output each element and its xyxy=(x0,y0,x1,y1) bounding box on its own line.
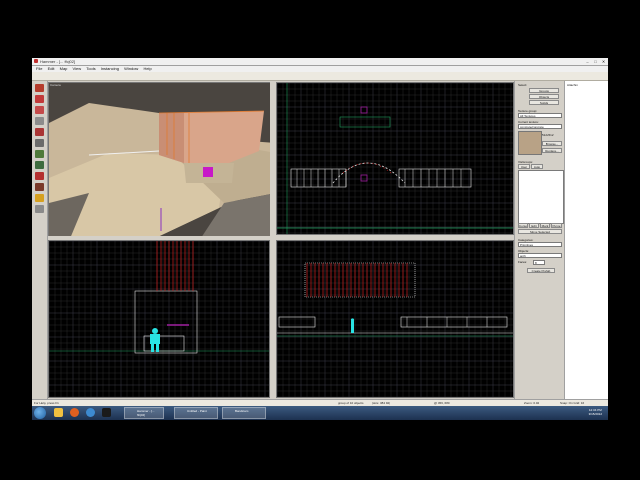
brush-outline xyxy=(134,290,198,354)
clock-date: 3/15/2012 xyxy=(588,412,602,416)
status-coords: @ 456, 680 xyxy=(434,401,450,405)
move-selected-button[interactable]: Move Selected xyxy=(518,229,562,234)
categories-select[interactable]: Primitives xyxy=(518,242,562,247)
path-icon[interactable] xyxy=(35,205,44,213)
select-groups-button[interactable]: Groups xyxy=(529,88,559,93)
brush-outline xyxy=(290,168,347,188)
explorer-icon[interactable] xyxy=(54,408,63,417)
brush-outline xyxy=(400,316,508,328)
front-viewport[interactable] xyxy=(48,240,270,398)
system-clock[interactable]: 12:34 PM 3/15/2012 xyxy=(589,408,602,416)
current-texture-select[interactable]: concrete/concrete xyxy=(518,124,562,129)
visgroup-mark-button[interactable]: Mark xyxy=(540,223,550,228)
tool-column xyxy=(32,81,48,406)
hammer-editor-window: Hammer - [... ffcj02] – □ ✕ File Edit Ma… xyxy=(32,58,608,420)
ie-icon[interactable] xyxy=(86,408,95,417)
status-size: (size: 384 92) xyxy=(372,401,391,405)
windows-taskbar: Hammer - [... ffcj02] Untitled - Paint B… xyxy=(32,406,608,420)
hammer-app-icon xyxy=(34,59,38,63)
block-icon[interactable] xyxy=(35,128,44,136)
entity-marker xyxy=(360,106,368,114)
texture-icon[interactable] xyxy=(35,139,44,147)
top-viewport[interactable] xyxy=(276,82,514,235)
player-model-leg xyxy=(151,344,154,352)
start-button[interactable] xyxy=(34,407,46,419)
task-hammer[interactable]: Hammer - [... ffcj02] xyxy=(124,407,164,419)
texture-preview xyxy=(518,131,542,155)
visgroup-tab-auto[interactable]: Auto xyxy=(531,164,543,169)
close-button[interactable]: ✕ xyxy=(600,59,607,64)
visgroup-edit-button[interactable]: Edit xyxy=(529,223,539,228)
player-model-body xyxy=(150,334,160,344)
status-zoom: Zoom: 0.02 xyxy=(524,401,540,405)
side-grid-scene xyxy=(277,241,513,397)
select-objects-button[interactable]: Objects xyxy=(529,94,559,99)
replace-button[interactable]: Replace... xyxy=(542,148,562,153)
magnify-icon[interactable] xyxy=(35,95,44,103)
side-panel-title: Attachm xyxy=(567,83,579,87)
title-bar[interactable]: Hammer - [... ffcj02] – □ ✕ xyxy=(32,58,608,66)
entity-marker[interactable] xyxy=(203,167,213,177)
player-model-leg xyxy=(156,344,159,352)
player-model-head xyxy=(152,328,158,334)
maximize-button[interactable]: □ xyxy=(592,59,599,64)
status-selection: group of 10 objects xyxy=(338,401,364,405)
minimize-button[interactable]: – xyxy=(584,59,591,64)
overlay-icon[interactable] xyxy=(35,172,44,180)
brush-outline xyxy=(398,168,472,188)
player-model-head xyxy=(350,318,355,322)
visgroup-list[interactable] xyxy=(518,170,564,224)
steam-icon[interactable] xyxy=(102,408,111,417)
camera-viewport[interactable]: Camera xyxy=(48,82,275,240)
attachment-side-panel: Attachm xyxy=(564,81,608,406)
visgroup-tab-user[interactable]: User xyxy=(518,164,530,169)
front-grid-scene xyxy=(49,241,269,397)
vertex-icon[interactable] xyxy=(35,194,44,202)
texture-group-select[interactable]: All Textures xyxy=(518,113,562,118)
task-paint[interactable]: Untitled - Paint xyxy=(174,407,218,419)
faces-input[interactable]: 8 xyxy=(533,260,545,265)
camera-label: Camera xyxy=(50,83,61,87)
browse-button[interactable]: Browse... xyxy=(542,141,562,146)
window-title: Hammer - [... ffcj02] xyxy=(40,59,76,64)
brush-outline xyxy=(304,262,416,298)
create-prefab-button[interactable]: Create Prefab xyxy=(527,268,555,273)
firefox-icon[interactable] xyxy=(70,408,79,417)
brush-outline xyxy=(339,116,391,128)
apply-texture-icon[interactable] xyxy=(35,150,44,158)
camera-scene xyxy=(49,83,274,239)
visgroup-purge-button[interactable]: Purge xyxy=(551,223,562,228)
select-label: Select: xyxy=(518,83,528,87)
task-bandicam[interactable]: Bandicam xyxy=(222,407,266,419)
side-viewport[interactable] xyxy=(276,240,514,398)
decal-icon[interactable] xyxy=(35,161,44,169)
object-properties-panel: Select: Groups Objects Solids Texture gr… xyxy=(514,81,565,406)
selection-icon[interactable] xyxy=(35,84,44,92)
select-solids-button[interactable]: Solids xyxy=(529,100,559,105)
main-toolbar xyxy=(32,72,608,81)
faces-label: Faces: xyxy=(518,260,528,264)
visgroup-cursor-button[interactable]: Cursor xyxy=(518,223,528,228)
status-help: For Help, press F1 xyxy=(34,401,59,405)
objects-select[interactable]: arch xyxy=(518,253,562,258)
texture-size-label: 512x512 xyxy=(542,133,554,137)
top-grid-scene xyxy=(277,83,513,234)
status-snap: Snap: On Grid: 16 xyxy=(560,401,585,405)
entity-icon[interactable] xyxy=(35,117,44,125)
player-model xyxy=(351,321,354,333)
brush-outline xyxy=(278,316,316,328)
entity-marker xyxy=(360,174,368,182)
camera-icon[interactable] xyxy=(35,106,44,114)
clip-icon[interactable] xyxy=(35,183,44,191)
